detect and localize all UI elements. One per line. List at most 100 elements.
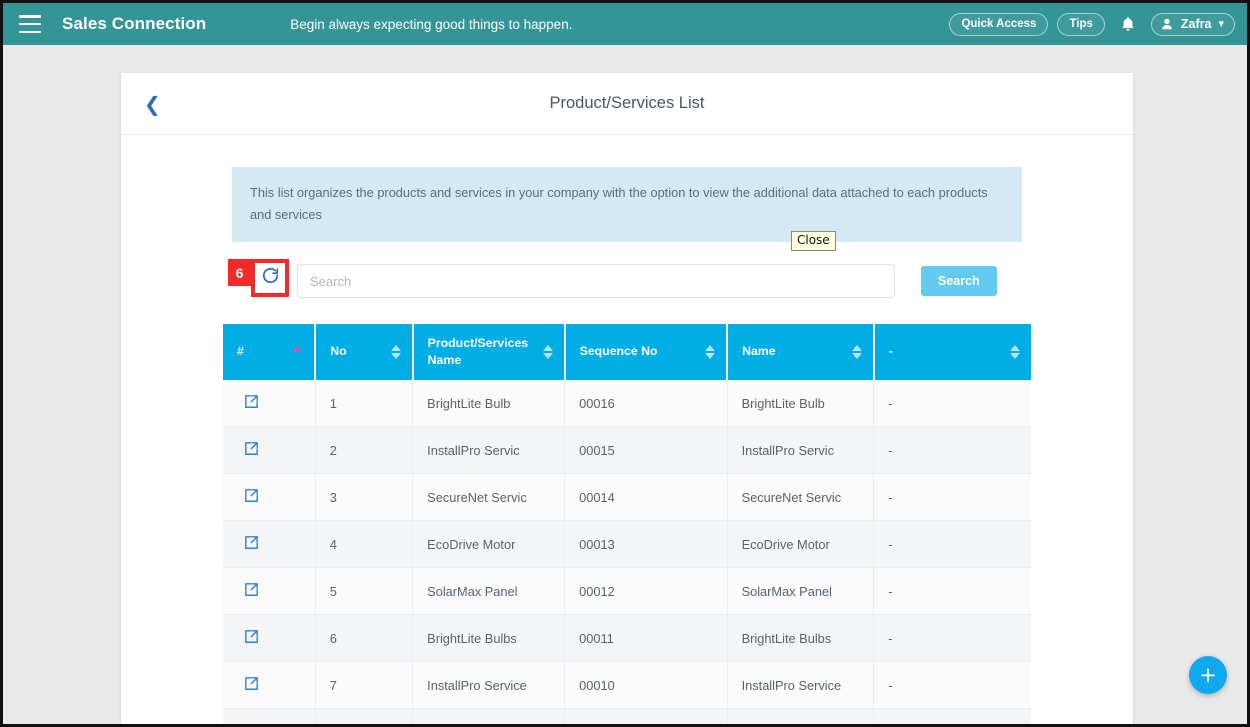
table-row[interactable]: 8SecureNet Service00009SecureNet Service… xyxy=(223,708,1031,724)
table-row[interactable]: 3 SecureNet Servic 00014 SecureNet Servic - xyxy=(223,473,1031,521)
cell-sequence-no: 00011 xyxy=(564,614,728,662)
row-open-cell[interactable] xyxy=(223,567,316,615)
tips-button[interactable]: Tips xyxy=(1057,12,1105,36)
refresh-icon[interactable] xyxy=(261,266,280,290)
column-label-no: No xyxy=(330,344,347,359)
top-navigation-bar: Sales Connection Begin always expecting … xyxy=(3,3,1247,45)
table-header-row: # No Product/Services Name Sequence No N… xyxy=(223,324,1031,380)
open-in-new-icon[interactable] xyxy=(243,722,260,724)
column-label-index: # xyxy=(237,344,244,359)
column-label-extra: - xyxy=(888,344,893,359)
sort-toggle-icon[interactable] xyxy=(542,345,553,359)
table-body: 1 BrightLite Bulb 00016 BrightLite Bulb -2 In… xyxy=(223,380,1031,724)
cell-name: BrightLite Bulbs xyxy=(727,614,875,662)
row-open-cell[interactable] xyxy=(223,661,316,709)
column-header-name[interactable]: Name xyxy=(727,324,875,380)
column-header-no[interactable]: No xyxy=(315,324,414,380)
column-label-product-name: Product/Services Name xyxy=(427,336,529,367)
close-tooltip: Close xyxy=(791,231,836,251)
annotation-number-label: 6 xyxy=(228,259,251,286)
cell-extra: - xyxy=(873,520,1031,568)
table-row[interactable]: 5 SolarMax Panel 00012 SolarMax Panel - xyxy=(223,567,1031,615)
sort-toggle-icon[interactable] xyxy=(705,345,716,359)
table-row[interactable]: 1 BrightLite Bulb 00016 BrightLite Bulb - xyxy=(223,380,1031,427)
column-header-sequence-no[interactable]: Sequence No xyxy=(564,324,729,380)
products-table: # No Product/Services Name Sequence No N… xyxy=(223,324,1031,724)
chevron-down-icon: ▾ xyxy=(1218,18,1224,30)
row-open-cell[interactable] xyxy=(223,380,316,427)
header-tagline: Begin always expecting good things to ha… xyxy=(290,16,573,32)
row-open-cell[interactable] xyxy=(223,520,316,568)
column-header-index[interactable]: # xyxy=(223,324,317,380)
page-title: Product/Services List xyxy=(549,94,705,112)
app-screen: Sales Connection Begin always expecting … xyxy=(0,0,1250,727)
cell-sequence-no: 00013 xyxy=(564,520,728,568)
open-in-new-icon[interactable] xyxy=(243,487,260,507)
cell-product-name: SecureNet Service xyxy=(412,708,566,724)
list-toolbar: 6 Search xyxy=(228,259,1022,298)
sort-ascending-icon[interactable] xyxy=(292,345,303,352)
open-in-new-icon[interactable] xyxy=(243,534,260,554)
cell-sequence-no: 00012 xyxy=(564,567,728,615)
cell-sequence-no: 00010 xyxy=(564,661,728,709)
open-in-new-icon[interactable] xyxy=(243,628,260,648)
annotation-highlight-box xyxy=(251,259,289,297)
cell-sequence-no: 00009 xyxy=(564,708,728,724)
table-row[interactable]: 4 EcoDrive Motor 00013 EcoDrive Motor - xyxy=(223,520,1031,568)
row-open-cell[interactable] xyxy=(223,708,316,724)
info-banner: This list organizes the products and ser… xyxy=(232,167,1022,242)
card-body: This list organizes the products and ser… xyxy=(121,135,1133,724)
sort-toggle-icon[interactable] xyxy=(390,345,401,359)
user-account-menu[interactable]: Zafra ▾ xyxy=(1150,12,1235,36)
app-brand-title: Sales Connection xyxy=(62,14,207,33)
open-in-new-icon[interactable] xyxy=(243,393,260,413)
user-name-label: Zafra xyxy=(1180,16,1212,31)
cell-product-name: BrightLite Bulb xyxy=(412,380,566,427)
bell-icon[interactable] xyxy=(1117,13,1139,35)
row-open-cell[interactable] xyxy=(223,426,316,474)
search-button[interactable]: Search xyxy=(921,266,997,296)
cell-product-name: SolarMax Panel xyxy=(412,567,566,615)
open-in-new-icon[interactable] xyxy=(243,581,260,601)
sort-toggle-icon[interactable] xyxy=(851,345,862,359)
chevron-left-icon[interactable]: ❮ xyxy=(144,94,161,114)
column-label-sequence-no: Sequence No xyxy=(579,344,658,359)
hamburger-menu-icon[interactable] xyxy=(19,15,41,33)
cell-extra: - xyxy=(873,380,1031,427)
plus-icon: + xyxy=(1199,662,1217,687)
cell-extra: - xyxy=(873,614,1031,662)
column-label-name: Name xyxy=(742,344,776,359)
table-row[interactable]: 6 BrightLite Bulbs 00011 BrightLite Bulbs - xyxy=(223,614,1031,662)
cell-name: InstallPro Service xyxy=(727,661,875,709)
card-header: ❮ Product/Services List xyxy=(121,73,1133,135)
cell-no: 2 xyxy=(315,426,414,474)
column-header-extra[interactable]: - xyxy=(873,324,1031,380)
row-open-cell[interactable] xyxy=(223,473,316,521)
row-open-cell[interactable] xyxy=(223,614,316,662)
cell-no: 3 xyxy=(315,473,414,521)
cell-product-name: BrightLite Bulbs xyxy=(412,614,566,662)
cell-no: 7 xyxy=(315,661,414,709)
cell-name: EcoDrive Motor xyxy=(727,520,875,568)
cell-sequence-no: 00014 xyxy=(564,473,728,521)
open-in-new-icon[interactable] xyxy=(243,675,260,695)
table-row[interactable]: 7 InstallPro Service 00010 InstallPro Servi… xyxy=(223,661,1031,709)
table-row[interactable]: 2 InstallPro Servic 00015 InstallPro Servic… xyxy=(223,426,1031,474)
cell-extra: - xyxy=(873,708,1031,724)
cell-extra: - xyxy=(873,426,1031,474)
sort-toggle-icon[interactable] xyxy=(1010,345,1020,359)
cell-no: 1 xyxy=(315,380,414,427)
open-in-new-icon[interactable] xyxy=(243,440,260,460)
cell-name: SecureNet Service xyxy=(727,708,875,724)
cell-no: 8 xyxy=(315,708,414,724)
cell-sequence-no: 00015 xyxy=(564,426,728,474)
cell-name: SecureNet Servic xyxy=(727,473,875,521)
cell-product-name: InstallPro Service xyxy=(412,661,566,709)
quick-access-button[interactable]: Quick Access xyxy=(949,12,1049,36)
add-product-button[interactable]: + xyxy=(1189,656,1227,694)
top-bar-actions: Quick Access Tips Zafra ▾ xyxy=(949,12,1235,36)
cell-name: BrightLite Bulb xyxy=(727,380,875,427)
cell-product-name: InstallPro Servic xyxy=(412,426,566,474)
column-header-product-name[interactable]: Product/Services Name xyxy=(412,324,566,380)
search-input[interactable] xyxy=(297,264,895,298)
